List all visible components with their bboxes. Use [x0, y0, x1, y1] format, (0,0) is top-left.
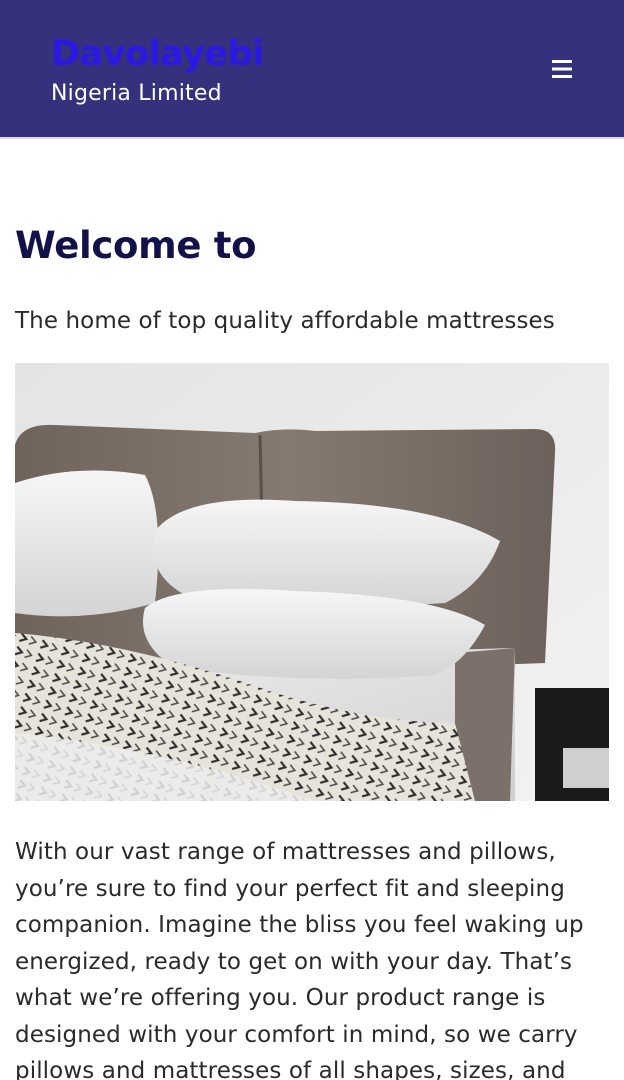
tagline: The home of top quality affordable mattr… — [15, 308, 555, 334]
brand-name: Davolayebi — [51, 34, 264, 74]
intro-paragraph: With our vast range of mattresses and pi… — [15, 839, 584, 1080]
brand-subtitle: Nigeria Limited — [51, 81, 222, 106]
site-header: Davolayebi Nigeria Limited — [0, 0, 624, 139]
welcome-heading: Welcome to — [15, 224, 257, 267]
hamburger-menu-icon[interactable] — [546, 53, 578, 85]
bed-with-pillows-image — [15, 363, 609, 801]
brand-logo-link[interactable]: Davolayebi Nigeria Limited — [51, 33, 264, 109]
